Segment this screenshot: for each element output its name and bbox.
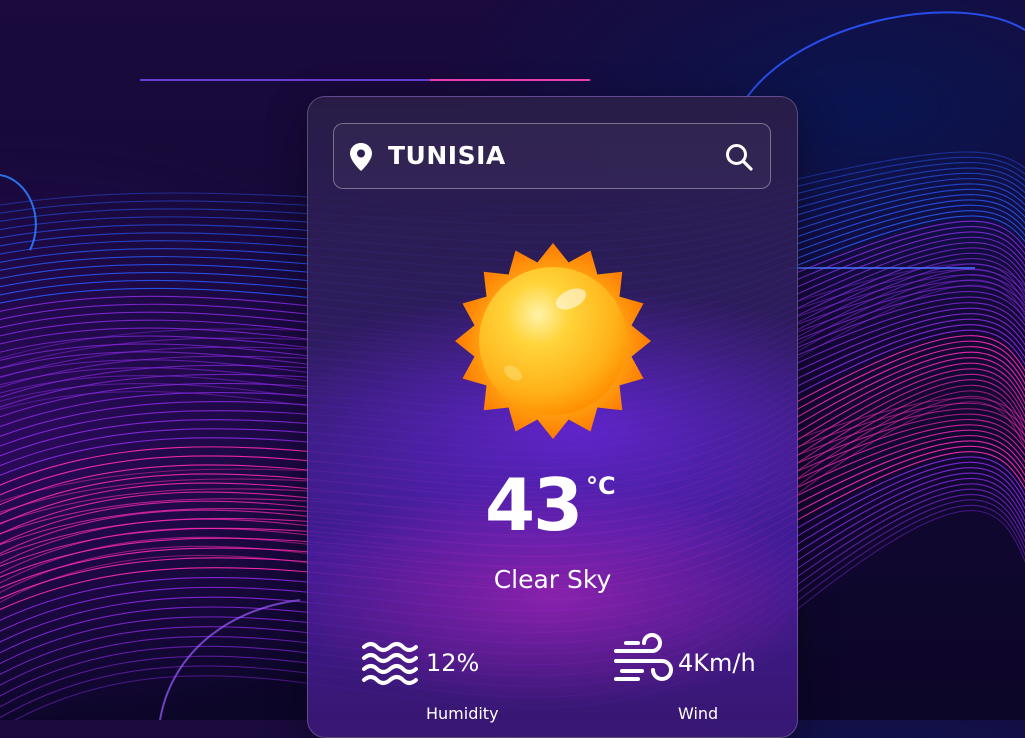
map-pin-icon — [350, 143, 372, 171]
wind-icon — [614, 633, 673, 681]
location-name[interactable]: TUNISIA — [388, 140, 506, 172]
temperature-unit: °C — [586, 472, 616, 500]
location-search-bar[interactable]: TUNISIA — [333, 123, 771, 189]
temperature-value: 43 — [485, 463, 583, 547]
wind-value: 4Km/h — [678, 649, 756, 677]
sun-icon — [455, 243, 651, 439]
search-icon[interactable] — [724, 142, 754, 172]
humidity-value: 12% — [426, 649, 480, 677]
waves-icon — [362, 642, 418, 685]
humidity-label: Humidity — [426, 704, 499, 723]
weather-condition: Clear Sky — [493, 565, 612, 594]
weather-card: TUNISIA 43 °C Clear Sky 12% Humidity 4Km… — [307, 96, 798, 738]
wind-label: Wind — [678, 704, 719, 723]
